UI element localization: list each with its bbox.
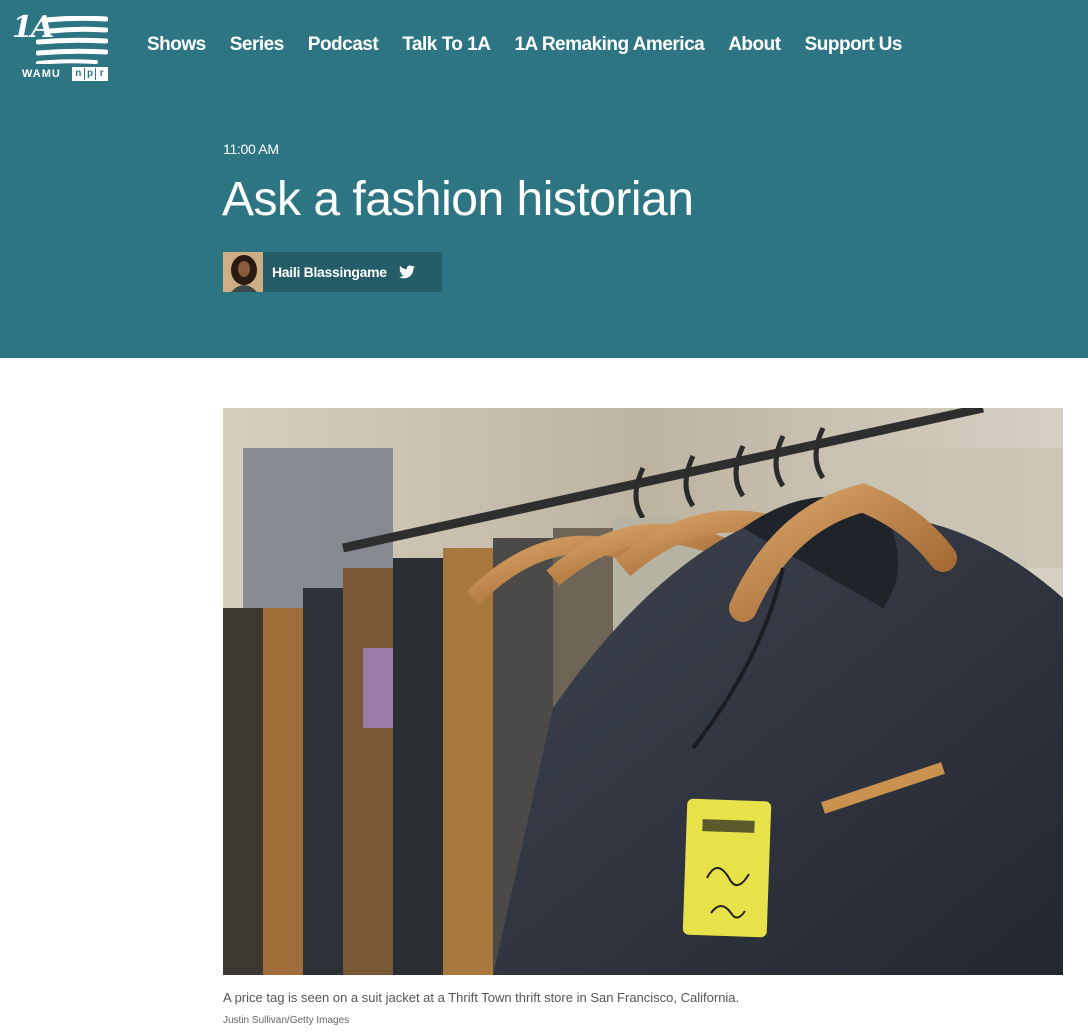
article-photo <box>223 408 1063 975</box>
author-name[interactable]: Haili Blassingame <box>272 264 387 280</box>
npr-letter-p: p <box>83 68 96 80</box>
npr-letter-n: n <box>73 68 84 80</box>
nav-shows[interactable]: Shows <box>147 34 206 56</box>
nav-podcast[interactable]: Podcast <box>308 34 379 56</box>
nav-series[interactable]: Series <box>230 34 285 56</box>
air-time: 11:00 AM <box>223 141 279 157</box>
npr-letter-r: r <box>95 68 108 80</box>
page-header: 1A WAMU n p r Shows Series Podcast Talk … <box>0 0 1088 358</box>
main-nav: Shows Series Podcast Talk To 1A 1A Remak… <box>147 34 902 56</box>
nav-talk-to-1a[interactable]: Talk To 1A <box>402 34 491 56</box>
wamu-label: WAMU <box>22 68 61 80</box>
twitter-icon[interactable] <box>398 265 415 279</box>
flag-stripes-icon <box>36 16 108 64</box>
photo-credit: Justin Sullivan/Getty Images <box>223 1015 350 1026</box>
nav-1a-remaking-america[interactable]: 1A Remaking America <box>514 34 704 56</box>
photo-caption: A price tag is seen on a suit jacket at … <box>223 990 740 1005</box>
npr-logo: n p r <box>72 67 108 81</box>
page-title: Ask a fashion historian <box>222 173 694 226</box>
thrift-store-jackets-image <box>223 408 1063 975</box>
nav-support-us[interactable]: Support Us <box>805 34 903 56</box>
author-chip[interactable]: Haili Blassingame <box>223 252 442 292</box>
1a-logo[interactable]: 1A WAMU n p r <box>12 8 110 84</box>
author-avatar <box>223 252 263 292</box>
nav-about[interactable]: About <box>728 34 781 56</box>
